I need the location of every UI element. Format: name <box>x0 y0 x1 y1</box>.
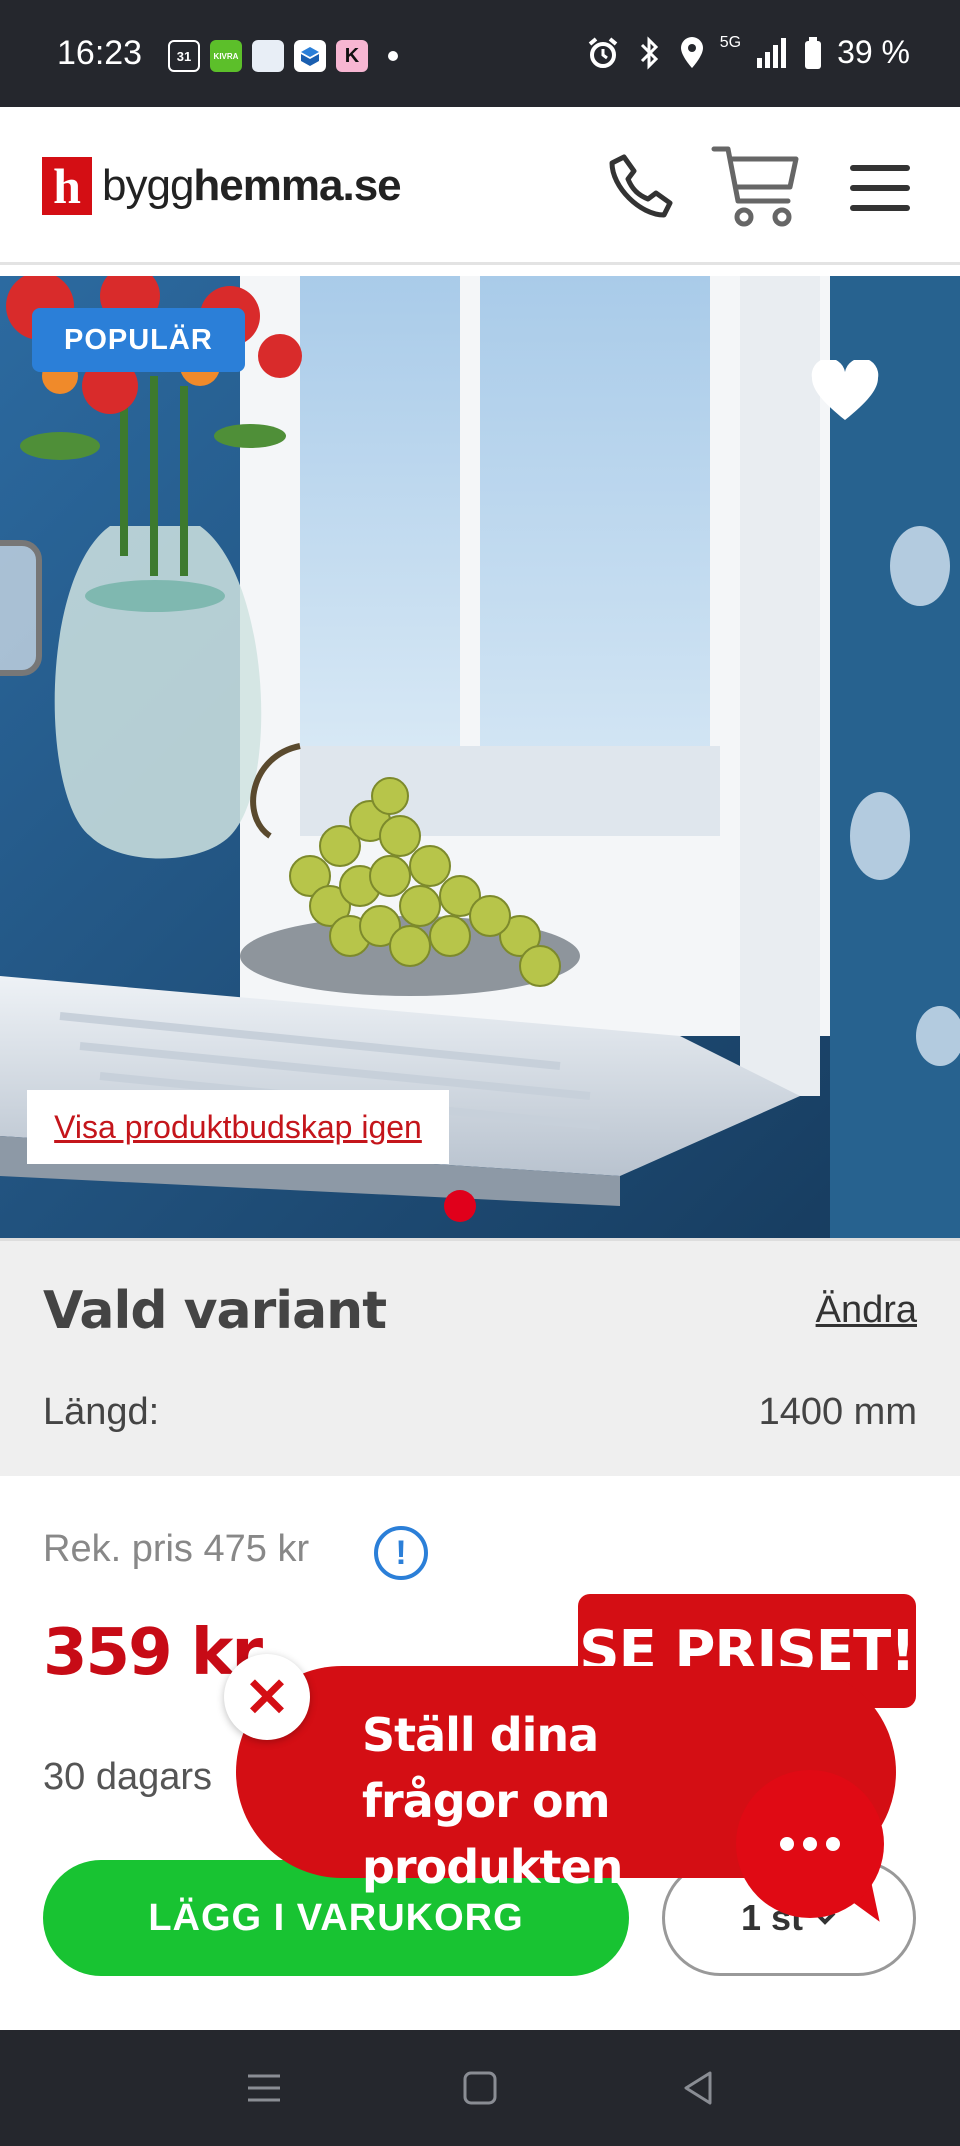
selected-variant-panel: Vald variant Ändra Längd: 1400 mm <box>0 1238 960 1476</box>
system-navigation-bar <box>0 2030 960 2146</box>
popular-badge: POPULÄR <box>32 308 245 372</box>
calendar-icon: 31 <box>168 40 200 72</box>
back-icon[interactable] <box>678 2068 718 2108</box>
return-policy-text: 30 dagars <box>43 1756 213 1798</box>
site-header: h bygghemma.se <box>0 107 960 265</box>
status-bar: 16:23 31 KIVRA K 5G 39 % <box>0 0 960 107</box>
battery-icon <box>805 36 822 69</box>
change-variant-link[interactable]: Ändra <box>816 1289 917 1332</box>
system-indicators: 5G 39 % <box>586 34 910 71</box>
more-notifications-dot <box>388 51 398 61</box>
network-type: 5G <box>719 34 742 51</box>
chat-prompt-text: Ställ dina frågor om produkten <box>362 1708 623 1894</box>
home-icon[interactable] <box>460 2068 500 2108</box>
variant-title: Vald variant <box>43 1281 387 1341</box>
recent-apps-icon[interactable] <box>244 2068 284 2108</box>
favorite-heart-icon[interactable] <box>810 360 880 424</box>
carousel-dot-active[interactable] <box>444 1190 476 1222</box>
site-logo[interactable]: h bygghemma.se <box>42 157 402 215</box>
chat-launcher-button[interactable] <box>736 1770 884 1918</box>
signal-icon <box>757 37 787 68</box>
info-icon[interactable]: ! <box>374 1526 428 1580</box>
phone-icon[interactable] <box>604 151 676 223</box>
location-icon <box>680 36 703 68</box>
cloud-app-icon <box>252 40 284 72</box>
bluetooth-icon <box>640 35 658 70</box>
recommended-price: Rek. pris 475 kr <box>43 1528 310 1570</box>
menu-icon[interactable] <box>850 165 910 211</box>
klarna-icon: K <box>336 40 368 72</box>
close-icon[interactable]: ✕ <box>224 1654 310 1740</box>
carousel-previous-handle[interactable] <box>0 540 42 676</box>
kivra-icon: KIVRA <box>210 40 242 72</box>
cart-icon[interactable] <box>710 139 802 231</box>
variant-attribute-label: Längd: <box>43 1391 160 1433</box>
status-time: 16:23 <box>57 34 143 72</box>
variant-attribute-value: 1400 mm <box>758 1391 917 1433</box>
box-app-icon <box>294 40 326 72</box>
show-product-message-link[interactable]: Visa produktbudskap igen <box>27 1090 449 1164</box>
alarm-icon <box>588 36 617 68</box>
logo-text: bygghemma.se <box>102 161 402 210</box>
battery-level: 39 % <box>837 34 910 70</box>
notification-icons: 31 KIVRA K <box>168 40 398 72</box>
logo-mark: h <box>42 157 92 215</box>
